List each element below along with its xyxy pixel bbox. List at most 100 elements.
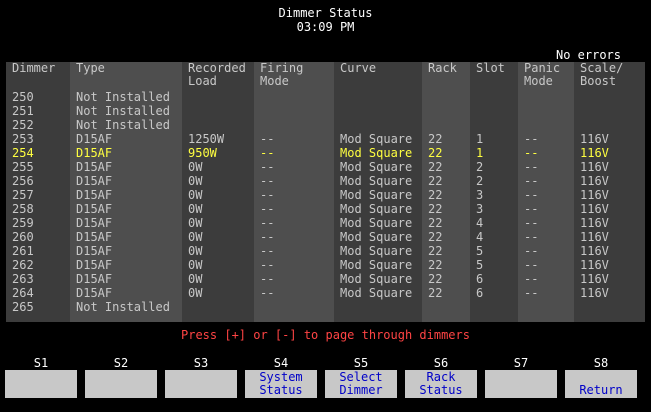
clock: 03:09 PM — [296, 20, 355, 34]
cell: 256 — [6, 174, 70, 188]
cell: 0W — [182, 202, 254, 216]
cell: -- — [518, 146, 574, 160]
cell: -- — [254, 160, 334, 174]
cell — [334, 104, 422, 118]
dimmer-row[interactable]: 265 Not Installed — [6, 300, 645, 314]
cell: -- — [518, 202, 574, 216]
cell: D15AF — [70, 230, 182, 244]
dimmer-row[interactable]: 256 D15AF 0W -- Mod Square 22 2 -- 116V — [6, 174, 645, 188]
cell: 250 — [6, 90, 70, 104]
softkey-s7[interactable] — [485, 370, 557, 398]
cell: 22 — [422, 272, 470, 286]
cell — [334, 118, 422, 132]
cell: 5 — [470, 258, 518, 272]
cell: 264 — [6, 286, 70, 300]
cell: 116V — [574, 258, 645, 272]
dimmer-row[interactable]: 253 D15AF 1250W -- Mod Square 22 1 -- 116V — [6, 132, 645, 146]
cell: -- — [518, 272, 574, 286]
cell: -- — [518, 160, 574, 174]
dimmer-row[interactable]: 258 D15AF 0W -- Mod Square 22 3 -- 116V — [6, 202, 645, 216]
dimmer-row[interactable]: 260 D15AF 0W -- Mod Square 22 4 -- 116V — [6, 230, 645, 244]
cell: 1 — [470, 132, 518, 146]
softkey-s8[interactable]: Return — [565, 370, 637, 398]
cell: -- — [518, 286, 574, 300]
cell — [254, 104, 334, 118]
dimmer-row[interactable]: 251 Not Installed — [6, 104, 645, 118]
cell: -- — [518, 258, 574, 272]
cell: 258 — [6, 202, 70, 216]
error-status: No errors — [555, 48, 621, 62]
cell: 5 — [470, 244, 518, 258]
dimmer-row[interactable]: 264 D15AF 0W -- Mod Square 22 6 -- 116V — [6, 286, 645, 300]
cell: Not Installed — [70, 90, 182, 104]
softkey-s5[interactable]: Select Dimmer — [325, 370, 397, 398]
cell: Mod Square — [334, 174, 422, 188]
column-header: Recorded Load — [182, 62, 254, 90]
dimmer-row[interactable]: 261 D15AF 0W -- Mod Square 22 5 -- 116V — [6, 244, 645, 258]
softkey-label: S5 — [353, 356, 369, 370]
cell: 22 — [422, 286, 470, 300]
cell: -- — [518, 132, 574, 146]
cell — [574, 90, 645, 104]
cell: 22 — [422, 146, 470, 160]
column-header: Curve — [334, 62, 422, 90]
dimmer-table: Dimmer Type Recorded Load Firing Mode Curve Rac… — [6, 62, 645, 322]
cell — [182, 118, 254, 132]
cell: D15AF — [70, 160, 182, 174]
cell: 252 — [6, 118, 70, 132]
softkey-line2 — [5, 384, 77, 397]
dimmer-row[interactable]: 254 D15AF 950W -- Mod Square 22 1 -- 116V — [6, 146, 645, 160]
cell: 265 — [6, 300, 70, 314]
cell: -- — [254, 132, 334, 146]
softkey-label: S3 — [193, 356, 209, 370]
cell: D15AF — [70, 286, 182, 300]
dimmer-row[interactable]: 255 D15AF 0W -- Mod Square 22 2 -- 116V — [6, 160, 645, 174]
column-header: Scale/Boost — [574, 62, 645, 90]
cell: D15AF — [70, 188, 182, 202]
cell — [574, 300, 645, 314]
softkey-s4[interactable]: System Status — [245, 370, 317, 398]
dimmer-row[interactable]: 257 D15AF 0W -- Mod Square 22 3 -- 116V — [6, 188, 645, 202]
cell: D15AF — [70, 146, 182, 160]
cell — [574, 104, 645, 118]
column-header: Type — [70, 62, 182, 90]
cell: -- — [254, 258, 334, 272]
cell — [422, 104, 470, 118]
cell: 22 — [422, 174, 470, 188]
softkey-label: S1 — [33, 356, 49, 370]
softkey-s6[interactable]: Rack Status — [405, 370, 477, 398]
softkey-line2: Status — [259, 383, 303, 397]
softkey-s1[interactable] — [5, 370, 77, 398]
cell: 22 — [422, 188, 470, 202]
softkey-s2[interactable] — [85, 370, 157, 398]
cell: 257 — [6, 188, 70, 202]
cell: 22 — [422, 202, 470, 216]
cell — [518, 90, 574, 104]
cell: -- — [254, 272, 334, 286]
dimmer-row[interactable]: 262 D15AF 0W -- Mod Square 22 5 -- 116V — [6, 258, 645, 272]
dimmer-row[interactable]: 252 Not Installed — [6, 118, 645, 132]
cell: 259 — [6, 216, 70, 230]
dimmer-row[interactable]: 259 D15AF 0W -- Mod Square 22 4 -- 116V — [6, 216, 645, 230]
cell — [422, 300, 470, 314]
cell — [574, 118, 645, 132]
cell: -- — [254, 202, 334, 216]
cell — [470, 90, 518, 104]
cell: Mod Square — [334, 244, 422, 258]
cell: 116V — [574, 286, 645, 300]
cell: 1 — [470, 146, 518, 160]
cell: D15AF — [70, 258, 182, 272]
cell: 255 — [6, 160, 70, 174]
cell: 0W — [182, 230, 254, 244]
softkey-s3[interactable] — [165, 370, 237, 398]
dimmer-row[interactable]: 250 Not Installed — [6, 90, 645, 104]
cell — [470, 118, 518, 132]
cell: 0W — [182, 272, 254, 286]
cell: D15AF — [70, 216, 182, 230]
dimmer-row[interactable]: 263 D15AF 0W -- Mod Square 22 6 -- 116V — [6, 272, 645, 286]
cell: Not Installed — [70, 118, 182, 132]
cell: 116V — [574, 174, 645, 188]
cell: 0W — [182, 244, 254, 258]
cell: Mod Square — [334, 146, 422, 160]
cell: -- — [254, 244, 334, 258]
